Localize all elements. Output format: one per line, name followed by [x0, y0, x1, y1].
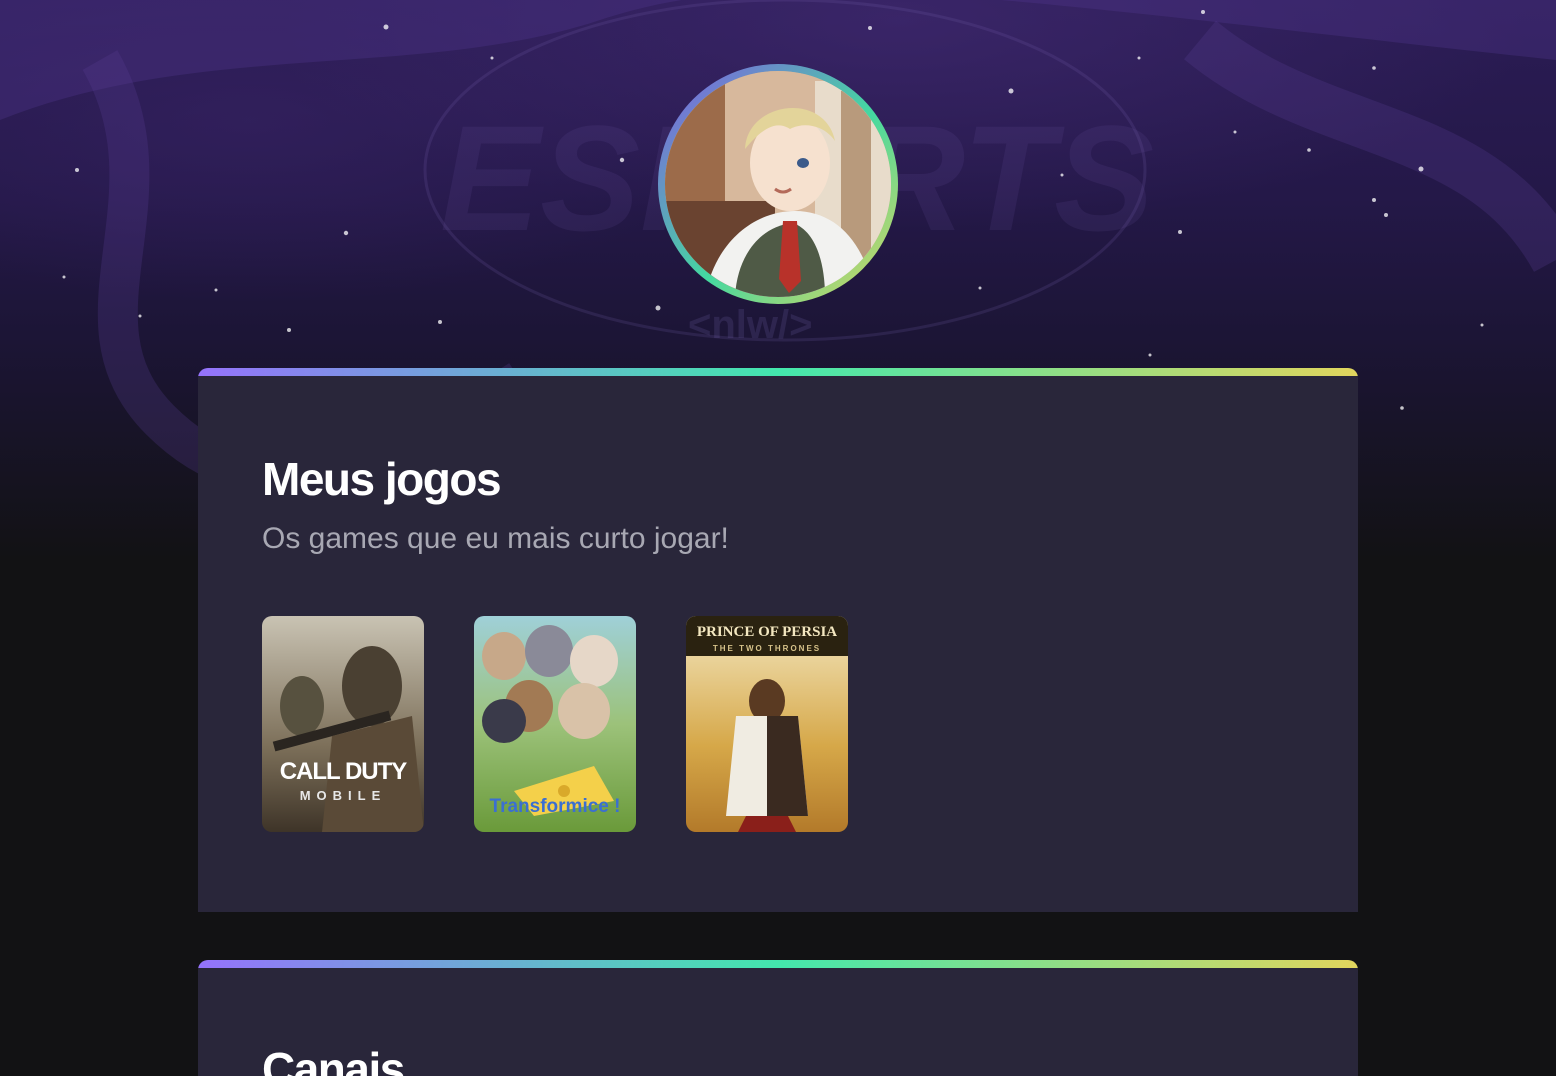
- games-subtitle: Os games que eu mais curto jogar!: [262, 522, 729, 555]
- channels-card: Canais: [198, 960, 1358, 1076]
- channels-title: Canais: [262, 1043, 405, 1076]
- game-cover-title: Transformice !: [489, 796, 621, 817]
- games-list: CALL DUTY MOBILE Transformice ! PRINCE O…: [262, 616, 848, 832]
- profile-avatar-frame: [658, 64, 898, 304]
- avatar: [665, 71, 891, 297]
- game-card-prince-of-persia[interactable]: PRINCE OF PERSIA THE TWO THRONES: [686, 616, 848, 832]
- background-tag-text: <nlw/>: [688, 303, 813, 347]
- game-card-call-of-duty[interactable]: CALL DUTY MOBILE: [262, 616, 424, 832]
- game-cover-title: PRINCE OF PERSIA: [696, 624, 838, 640]
- game-cover-title: CALL DUTY: [279, 758, 408, 785]
- games-title: Meus jogos: [262, 453, 502, 505]
- game-cover-subtitle: MOBILE: [299, 788, 387, 803]
- avatar-illustration: [665, 71, 891, 297]
- game-cover-subtitle: THE TWO THRONES: [712, 644, 822, 653]
- games-card: Meus jogos Os games que eu mais curto jo…: [198, 368, 1358, 912]
- game-card-transformice[interactable]: Transformice !: [474, 616, 636, 832]
